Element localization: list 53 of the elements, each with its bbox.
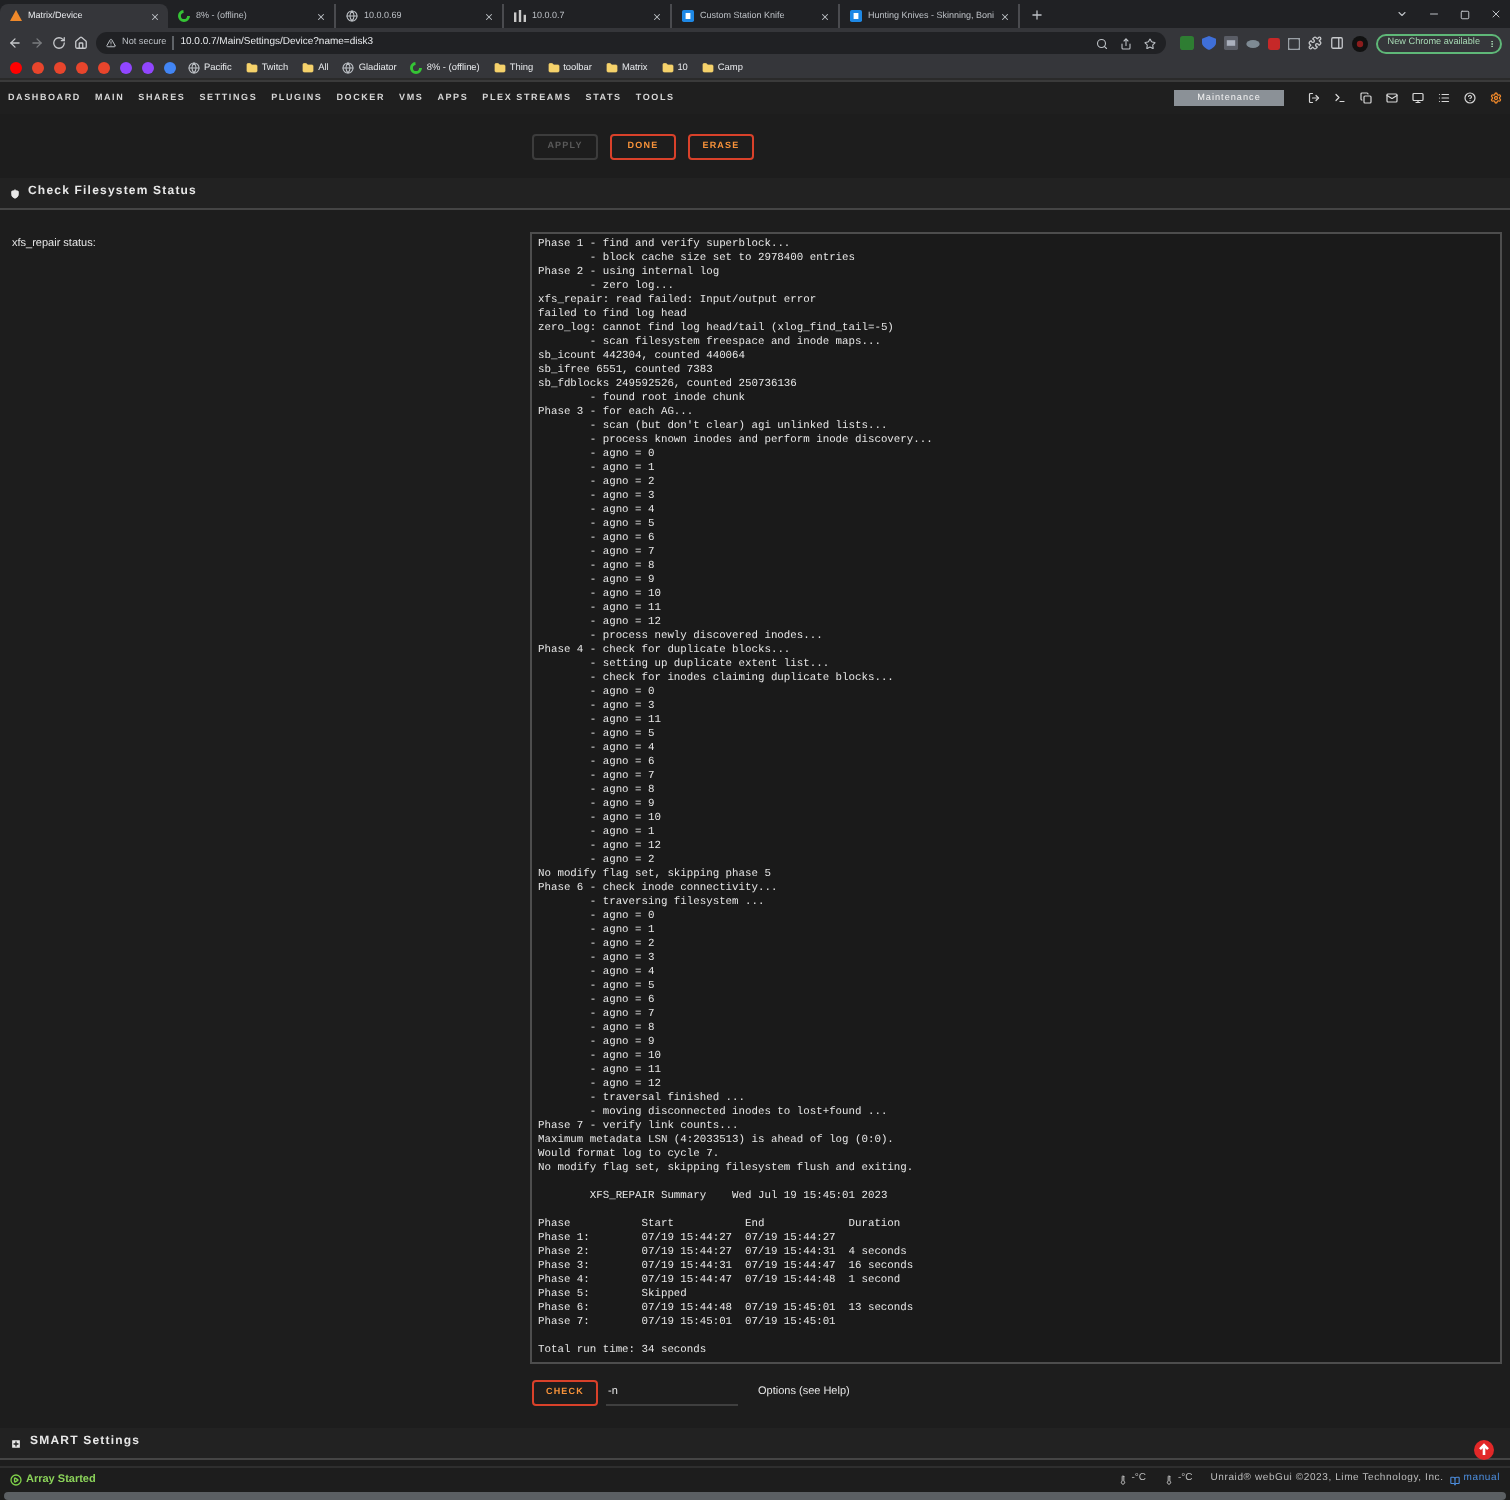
back-icon[interactable]: [8, 36, 22, 50]
home-icon[interactable]: [74, 36, 88, 50]
folder-icon: [547, 61, 560, 74]
folder-icon: [701, 61, 714, 74]
puzzle-icon[interactable]: [1307, 36, 1322, 50]
terminal-icon[interactable]: [1334, 92, 1346, 104]
maximize-icon[interactable]: [1460, 9, 1470, 19]
close-icon[interactable]: [1490, 8, 1502, 20]
plus-square-icon[interactable]: [10, 1437, 22, 1449]
shield-extension-icon[interactable]: [1201, 36, 1216, 50]
folder-icon: [493, 61, 506, 74]
close-icon[interactable]: [316, 11, 326, 21]
close-icon[interactable]: [1000, 11, 1011, 21]
warning-icon: [106, 38, 116, 48]
folder-icon: [302, 61, 315, 74]
chevron-down-icon[interactable]: [1396, 8, 1408, 20]
search-icon[interactable]: [1095, 37, 1108, 49]
close-icon[interactable]: [150, 11, 160, 21]
new-tab-icon[interactable]: [1030, 8, 1045, 22]
forward-icon[interactable]: [30, 36, 44, 50]
tile-icon: [850, 10, 862, 22]
share-icon[interactable]: [1119, 37, 1132, 49]
copy-icon[interactable]: [1360, 92, 1372, 104]
tile-icon: [682, 10, 694, 22]
close-icon[interactable]: [484, 11, 494, 21]
scroll-to-top-icon[interactable]: [1474, 1440, 1494, 1460]
logout-icon[interactable]: [1308, 92, 1320, 104]
close-icon[interactable]: [652, 11, 662, 21]
help-icon[interactable]: [1464, 92, 1476, 104]
thermometer-icon: [1117, 1474, 1128, 1486]
globe-icon: [342, 61, 355, 74]
play-circle-icon: [10, 1474, 22, 1486]
list-icon[interactable]: [1438, 92, 1450, 104]
folder-icon: [661, 61, 674, 74]
thermometer-icon: [1163, 1474, 1174, 1486]
close-icon[interactable]: [820, 11, 830, 21]
book-icon: [1449, 1475, 1460, 1485]
minimize-icon[interactable]: [1428, 8, 1440, 20]
side-panel-icon[interactable]: [1329, 36, 1344, 50]
folder-icon: [605, 61, 618, 74]
mail-icon[interactable]: [1386, 92, 1398, 104]
triangle-icon: [10, 10, 22, 22]
ring-icon: [410, 61, 423, 74]
folder-icon: [245, 61, 258, 74]
ring-icon: [178, 10, 190, 22]
reload-icon[interactable]: [52, 36, 66, 50]
settings-icon[interactable]: [1490, 92, 1502, 104]
star-icon[interactable]: [1143, 37, 1156, 49]
globe-icon: [188, 61, 200, 74]
horizontal-scrollbar[interactable]: [4, 1492, 1506, 1500]
bars-icon: [514, 10, 526, 22]
monitor-icon[interactable]: [1412, 92, 1424, 104]
globe-icon: [346, 10, 358, 22]
